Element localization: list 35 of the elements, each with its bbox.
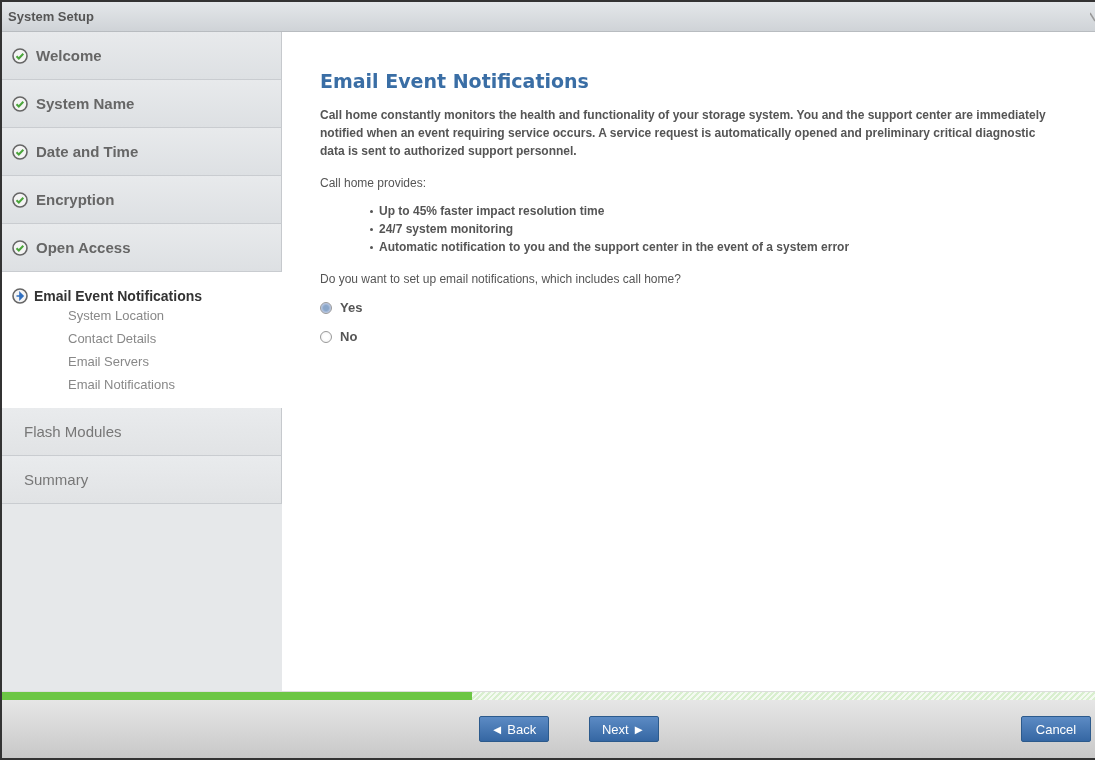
cancel-button[interactable]: Cancel bbox=[1021, 716, 1091, 742]
bullet-icon bbox=[370, 209, 373, 213]
question-text: Do you want to set up email notifications, which includes call home? bbox=[320, 272, 682, 286]
benefit-item: 24/7 system monitoring bbox=[379, 222, 514, 236]
step-item[interactable]: Welcome bbox=[2, 32, 282, 80]
substep-item[interactable]: Contact Details bbox=[12, 327, 282, 350]
option-label[interactable]: Yes bbox=[340, 300, 363, 315]
step-item[interactable]: System Name bbox=[2, 80, 282, 128]
substep-item[interactable]: Email Notifications bbox=[12, 373, 282, 396]
radio-button[interactable] bbox=[320, 330, 332, 343]
provides-label: Call home provides: bbox=[320, 176, 428, 190]
step-item[interactable]: Open Access bbox=[2, 224, 282, 272]
check-icon bbox=[12, 47, 28, 64]
step-item[interactable]: Date and Time bbox=[2, 128, 282, 176]
current-step[interactable]: Email Event Notifications bbox=[34, 288, 203, 304]
substep-item[interactable]: System Location bbox=[12, 304, 282, 327]
radio-button[interactable] bbox=[320, 301, 332, 314]
check-icon bbox=[12, 95, 28, 112]
window-title: System Setup bbox=[8, 9, 94, 24]
page-heading: Email Event Notifications bbox=[320, 70, 590, 92]
back-button[interactable]: ◄ Back bbox=[478, 716, 549, 742]
substep-item[interactable]: Email Servers bbox=[12, 350, 282, 373]
benefit-item: Up to 45% faster impact resolution time bbox=[379, 204, 605, 218]
check-icon bbox=[12, 143, 28, 160]
step-item[interactable]: Flash Modules bbox=[2, 408, 282, 456]
step-item[interactable]: Summary bbox=[2, 456, 282, 504]
step-item[interactable]: Encryption bbox=[2, 176, 282, 224]
check-icon bbox=[12, 191, 28, 208]
bullet-icon bbox=[370, 227, 373, 231]
check-icon bbox=[12, 239, 28, 256]
benefit-item: Automatic notification to you and the support center in the event of a system error bbox=[379, 240, 850, 254]
intro-text: Call home constantly monitors the health and functionality of your storage system. You and the support center are immediately notified when an event requiring service occurs. A service request is automatically opened and preliminary critical diagnostic data is sent to authorized support personnel. bbox=[320, 107, 1047, 160]
bullet-icon bbox=[370, 245, 373, 249]
next-button[interactable]: Next ► bbox=[588, 716, 659, 742]
option-label[interactable]: No bbox=[340, 329, 358, 344]
